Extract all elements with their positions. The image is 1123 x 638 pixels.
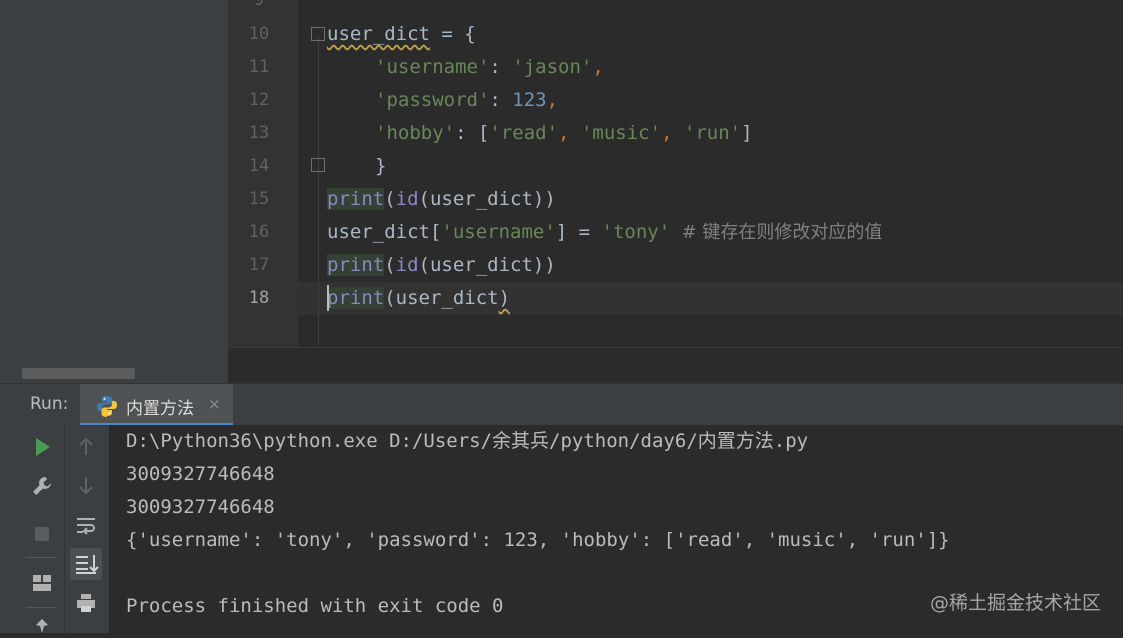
close-icon[interactable]: × xyxy=(208,395,221,413)
fold-close-icon[interactable] xyxy=(311,158,325,172)
code-token: (user_dict)) xyxy=(418,254,556,276)
code-token: user_dict[ xyxy=(327,221,442,243)
stop-icon[interactable] xyxy=(34,526,50,546)
run-tab-title: 内置方法 xyxy=(126,399,194,419)
code-token: ] = xyxy=(555,221,602,243)
code-token: , xyxy=(558,122,581,144)
line-number: 11 xyxy=(248,57,270,77)
code-token: = { xyxy=(429,23,476,45)
line-number: 12 xyxy=(248,90,270,110)
toolbar-separator xyxy=(26,557,56,558)
pin-icon[interactable] xyxy=(33,618,51,638)
run-toolbar-secondary xyxy=(64,425,110,633)
code-line-17: print(id(user_dict)) xyxy=(327,249,556,282)
run-toolbar-primary xyxy=(0,425,64,633)
arrow-up-icon[interactable] xyxy=(77,437,95,461)
run-label: Run: xyxy=(30,394,69,414)
code-token: print xyxy=(327,287,385,309)
run-toolwindow-header: Run: 内置方法 × xyxy=(0,383,1123,426)
code-token: (user_dict)) xyxy=(418,188,556,210)
code-token: ( xyxy=(384,254,396,276)
run-tab[interactable]: 内置方法 × xyxy=(80,384,233,426)
code-token: 'jason' xyxy=(512,56,593,78)
code-token: ) xyxy=(498,287,511,309)
code-line-15: print(id(user_dict)) xyxy=(327,183,556,216)
code-token: 'username' xyxy=(375,56,490,78)
code-token: print xyxy=(327,254,385,276)
console-line: Process finished with exit code 0 xyxy=(126,595,504,617)
indent-guide xyxy=(318,36,319,346)
line-number-current: 18 xyxy=(248,288,270,308)
code-token: , xyxy=(592,56,604,78)
code-line-11: 'username': 'jason', xyxy=(375,51,604,84)
toolbar-separator xyxy=(26,607,56,608)
code-token: , xyxy=(546,89,559,111)
project-horizontal-scrollbar[interactable] xyxy=(22,368,135,379)
layout-icon[interactable] xyxy=(31,573,53,597)
code-token: user_dict xyxy=(327,23,430,45)
line-number: 16 xyxy=(248,222,270,242)
code-token: 'music' xyxy=(580,122,662,144)
wrench-icon[interactable] xyxy=(31,475,53,501)
code-token: 123 xyxy=(512,89,547,111)
code-token: ( xyxy=(384,188,396,210)
rerun-play-icon[interactable] xyxy=(34,437,52,461)
code-comment: # 键存在则修改对应的值 xyxy=(670,222,883,243)
scroll-to-end-icon[interactable] xyxy=(70,548,102,580)
code-token: , xyxy=(661,122,684,144)
soft-wrap-icon[interactable] xyxy=(75,515,97,541)
line-number: 15 xyxy=(248,189,270,209)
code-token: } xyxy=(375,155,387,177)
console-line: {'username': 'tony', 'password': 123, 'h… xyxy=(126,529,950,551)
watermark-text: @稀土掘金技术社区 xyxy=(929,592,1101,614)
code-token: id xyxy=(395,254,419,276)
line-number: 14 xyxy=(248,156,270,176)
code-token: : [ xyxy=(455,122,490,144)
code-token: 'tony' xyxy=(601,221,671,243)
python-icon xyxy=(96,395,118,421)
line-number: 9 xyxy=(253,0,265,10)
code-line-16: user_dict['username'] = 'tony' # 键存在则修改对… xyxy=(327,216,882,249)
code-token: print xyxy=(327,188,385,210)
code-token: 'run' xyxy=(683,122,742,144)
code-line-13: 'hobby': ['read', 'music', 'run'] xyxy=(375,117,753,150)
text-caret xyxy=(327,285,329,311)
line-number: 13 xyxy=(248,123,270,143)
code-line-14: } xyxy=(375,150,386,183)
project-panel xyxy=(0,0,228,383)
print-icon[interactable] xyxy=(75,592,97,618)
code-token: id xyxy=(395,188,419,210)
code-token: 'password' xyxy=(375,89,490,111)
code-line-12: 'password': 123, xyxy=(375,84,558,117)
code-token: : xyxy=(489,56,513,78)
code-token: : xyxy=(489,89,513,111)
code-token: 'hobby' xyxy=(375,122,456,144)
editor-bottom-area xyxy=(228,347,1123,384)
console-line: 3009327746648 xyxy=(126,496,275,518)
code-line-10: user_dict = { xyxy=(327,18,476,51)
line-number: 17 xyxy=(248,255,270,275)
code-token: (user_dict xyxy=(384,287,499,309)
code-token: 'read' xyxy=(489,122,559,144)
console-line: D:\Python36\python.exe D:/Users/余其兵/pyth… xyxy=(126,430,809,452)
console-line: 3009327746648 xyxy=(126,463,275,485)
code-token: 'username' xyxy=(441,221,556,243)
line-number: 10 xyxy=(248,24,270,44)
fold-open-icon[interactable] xyxy=(311,27,325,41)
code-line-18: print(user_dict) xyxy=(327,282,510,315)
arrow-down-icon[interactable] xyxy=(77,475,95,499)
code-token: ] xyxy=(741,122,753,144)
